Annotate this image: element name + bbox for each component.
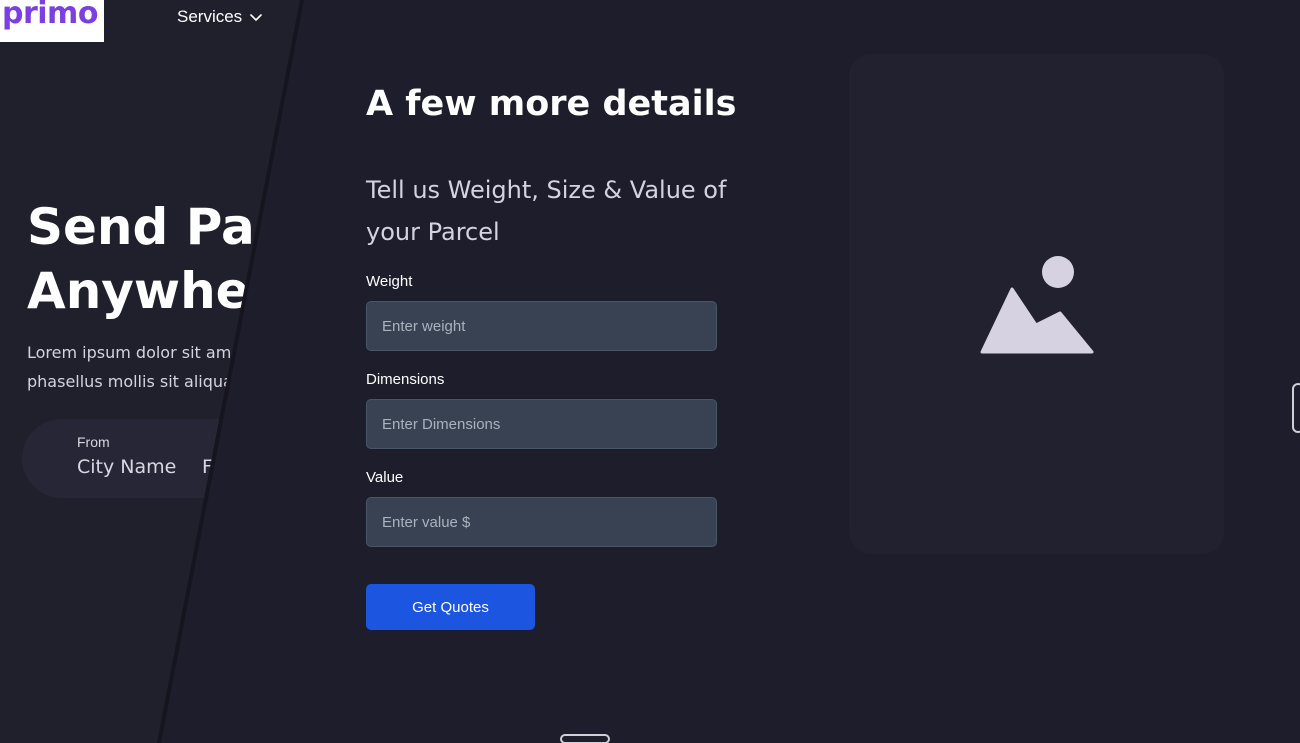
hero-text-line1: Lorem ipsum dolor sit amo — [27, 343, 242, 362]
from-label: From — [77, 434, 110, 450]
modal-title: A few more details — [366, 84, 737, 124]
value-label: Value — [366, 469, 404, 486]
nav-services-label: Services — [177, 7, 243, 26]
hero-text-line2: phasellus mollis sit aliqua — [27, 372, 233, 391]
logo-text: primo — [2, 0, 98, 31]
get-quotes-button[interactable]: Get Quotes — [366, 584, 535, 630]
hero-text: Lorem ipsum dolor sit amo phasellus moll… — [27, 338, 241, 396]
side-handle[interactable] — [1292, 383, 1300, 433]
chevron-down-icon — [250, 14, 262, 21]
logo[interactable]: primo — [0, 0, 104, 42]
nav-services[interactable]: Services — [177, 7, 262, 27]
hero-title-line1: Send Par — [27, 198, 280, 256]
from-city-value[interactable]: City Name — [77, 456, 176, 478]
value-input[interactable] — [366, 497, 717, 547]
dimensions-input[interactable] — [366, 399, 717, 449]
page: primo Services Send Par Anywher Lorem ip… — [0, 0, 1300, 743]
weight-label: Weight — [366, 273, 413, 290]
modal-subtitle: Tell us Weight, Size & Value of your Par… — [366, 176, 727, 246]
dimensions-label: Dimensions — [366, 371, 445, 388]
image-placeholder-icon — [980, 256, 1094, 354]
weight-input[interactable] — [366, 301, 717, 351]
scroll-indicator[interactable] — [560, 734, 610, 743]
